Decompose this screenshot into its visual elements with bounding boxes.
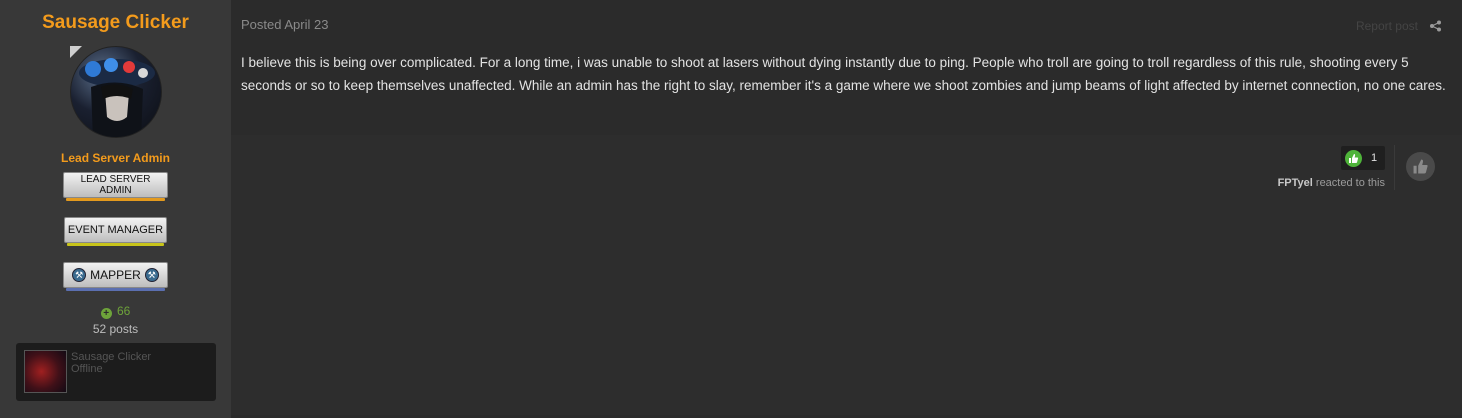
reputation: + 66 [0, 304, 231, 319]
post-date[interactable]: Posted April 23 [241, 17, 328, 32]
like-button[interactable] [1406, 152, 1435, 181]
plus-icon: + [100, 308, 112, 319]
badge-underline [67, 243, 164, 246]
reactor-name[interactable]: FPTyel [1278, 177, 1313, 189]
mini-avatar [24, 350, 67, 393]
avatar-image [70, 46, 162, 138]
reactions-bar: 1 FPTyel reacted to this [231, 135, 1462, 415]
badge-underline [66, 198, 165, 201]
reaction-summary[interactable]: 1 [1341, 146, 1385, 170]
report-post-link[interactable]: Report post [1356, 19, 1418, 33]
badge-label: EVENT MANAGER [67, 224, 164, 236]
badge-lead-server-admin: LEAD SERVER ADMIN [63, 172, 168, 201]
badge-label: MAPPER [90, 268, 141, 282]
avatar-art [79, 58, 155, 137]
mapper-icon: ⚒ [72, 268, 87, 282]
reaction-divider [1394, 145, 1395, 190]
badge-label: LEAD SERVER ADMIN [80, 174, 151, 196]
post-count: 52 posts [92, 322, 139, 336]
author-group-title: Lead Server Admin [61, 151, 170, 165]
author-avatar[interactable] [70, 46, 162, 138]
share-icon[interactable] [1429, 20, 1442, 32]
online-indicator-flag [70, 46, 82, 58]
reaction-count: 1 [1371, 152, 1378, 164]
badge-mapper: ⚒ MAPPER ⚒ [63, 262, 168, 291]
badge-underline [66, 288, 165, 291]
mapper-icon: ⚒ [144, 268, 159, 282]
reputation-value: 66 [116, 304, 131, 318]
mini-card-status: Offline [71, 363, 103, 375]
thumbs-up-icon [1345, 149, 1362, 167]
post-body-text: I believe this is being over complicated… [241, 55, 1446, 93]
author-name-link[interactable]: Sausage Clicker [0, 12, 231, 34]
mini-card-name: Sausage Clicker [71, 351, 152, 363]
thumbs-up-glyph [1349, 153, 1359, 163]
thumbs-up-icon [1413, 159, 1428, 174]
badge-event-manager: EVENT MANAGER [64, 217, 167, 246]
author-hover-card[interactable]: Sausage Clicker Offline [16, 343, 216, 401]
reacted-by: FPTyel reacted to this [1278, 177, 1385, 189]
post-content: Posted April 23 Report post I believe th… [231, 0, 1462, 418]
reacted-suffix: reacted to this [1312, 177, 1385, 189]
author-sidebar: Sausage Clicker Lead Server Admin LEAD S… [0, 0, 231, 418]
